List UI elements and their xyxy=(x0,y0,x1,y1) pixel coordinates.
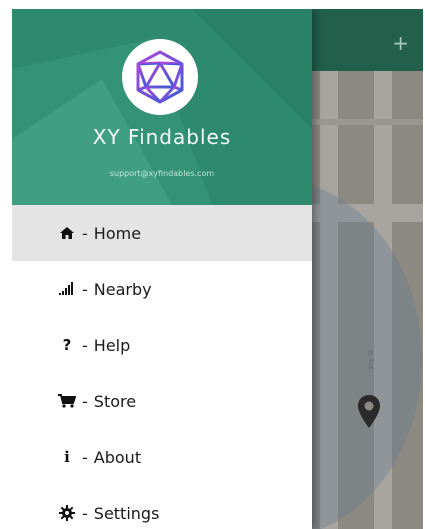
menu-item-nearby[interactable]: - Nearby xyxy=(12,261,312,317)
app-name: XY Findables xyxy=(92,125,232,149)
signal-bars-icon xyxy=(56,280,78,298)
menu-separator: - xyxy=(82,335,88,355)
menu-item-label: Help xyxy=(93,335,131,355)
drawer-header: XY Findables support@xyfindables.com xyxy=(12,9,312,205)
info-icon: i xyxy=(64,448,70,466)
menu-item-label: Settings xyxy=(93,503,160,523)
add-button[interactable]: + xyxy=(392,33,409,53)
menu-item-store[interactable]: - Store xyxy=(12,373,312,429)
map-view[interactable]: Elm St + xyxy=(312,9,423,529)
logo xyxy=(122,39,198,115)
street-label: Elm St xyxy=(368,349,375,369)
menu-separator: - xyxy=(82,223,88,243)
menu-item-label: Home xyxy=(93,223,142,243)
icosahedron-logo-icon xyxy=(136,50,184,104)
map-road xyxy=(312,119,423,125)
menu-item-home[interactable]: - Home xyxy=(12,205,312,261)
app-frame: Elm St + XY Findables support@xyfindable… xyxy=(12,9,423,529)
map-pin-icon[interactable] xyxy=(356,394,382,430)
cart-icon xyxy=(56,392,78,410)
menu-separator: - xyxy=(82,447,88,467)
menu-item-settings[interactable]: - Settings xyxy=(12,485,312,529)
location-radius xyxy=(312,179,422,529)
navigation-drawer: XY Findables support@xyfindables.com - H… xyxy=(12,9,312,529)
question-icon: ? xyxy=(62,336,72,354)
drawer-menu: - Home - Nearby ? - Help - Store i - Abo… xyxy=(12,205,312,529)
gear-icon xyxy=(56,504,78,522)
menu-separator: - xyxy=(82,391,88,411)
menu-item-label: Store xyxy=(93,391,137,411)
menu-item-label: Nearby xyxy=(93,279,152,299)
menu-item-about[interactable]: i - About xyxy=(12,429,312,485)
map-toolbar: + xyxy=(312,9,423,71)
home-icon xyxy=(56,224,78,242)
account-email: support@xyfindables.com xyxy=(109,169,215,178)
menu-item-help[interactable]: ? - Help xyxy=(12,317,312,373)
menu-separator: - xyxy=(82,503,88,523)
menu-separator: - xyxy=(82,279,88,299)
menu-item-label: About xyxy=(93,447,142,467)
